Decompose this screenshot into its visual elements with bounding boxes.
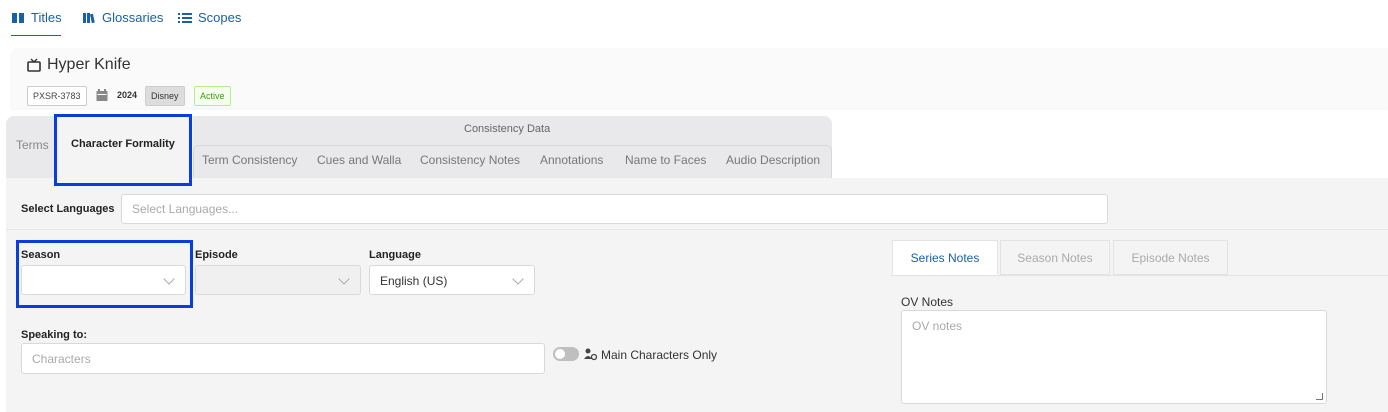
main-characters-toggle[interactable] — [553, 347, 579, 361]
resize-handle-icon[interactable] — [1316, 393, 1323, 400]
nav-titles[interactable]: Titles — [11, 10, 62, 25]
id-tag: PXSR-3783 — [27, 86, 87, 106]
tab-annotations[interactable]: Annotations — [540, 153, 603, 167]
active-tab-underline — [11, 35, 61, 36]
toggle-knob — [555, 349, 565, 359]
tab-terms[interactable]: Terms — [16, 138, 49, 152]
tab-consistency-notes[interactable]: Consistency Notes — [420, 153, 520, 167]
tab-name-to-faces[interactable]: Name to Faces — [625, 153, 706, 167]
nav-scopes[interactable]: Scopes — [178, 10, 241, 25]
tab-term-consistency[interactable]: Term Consistency — [202, 153, 297, 167]
notes-tabs-divider — [890, 275, 1388, 276]
tab-cues-and-walla[interactable]: Cues and Walla — [317, 153, 401, 167]
highlight-character-formality — [54, 114, 192, 186]
tab-series-notes[interactable]: Series Notes — [892, 240, 998, 275]
user-cog-icon — [584, 348, 597, 361]
episode-label: Episode — [195, 249, 238, 261]
chevron-down-icon — [512, 273, 524, 285]
nav-scopes-label: Scopes — [198, 10, 242, 25]
studio-tag: Disney — [145, 86, 185, 106]
title-header: Hyper Knife PXSR-3783 2024 Disney Active — [11, 48, 1388, 108]
tab-audio-description[interactable]: Audio Description — [726, 153, 820, 167]
top-nav: Titles Glossaries Scopes — [0, 0, 1388, 40]
tv-icon — [27, 58, 41, 72]
year: 2024 — [117, 90, 138, 100]
consistency-data-label: Consistency Data — [464, 123, 551, 135]
ov-notes-textarea[interactable]: OV notes — [901, 310, 1327, 404]
select-languages-input[interactable]: Select Languages... — [121, 194, 1108, 224]
episode-select[interactable] — [195, 265, 361, 295]
tab-season-notes[interactable]: Season Notes — [1000, 240, 1110, 275]
books-icon — [83, 12, 95, 23]
page-title: Hyper Knife — [27, 56, 131, 74]
chevron-down-icon — [338, 273, 350, 285]
title-name: Hyper Knife — [47, 56, 131, 73]
speaking-to-label: Speaking to: — [21, 329, 88, 341]
book-icon — [12, 12, 24, 23]
nav-glossaries[interactable]: Glossaries — [82, 10, 163, 25]
nav-glossaries-label: Glossaries — [102, 10, 164, 25]
status-badge: Active — [194, 86, 231, 106]
ov-notes-placeholder: OV notes — [912, 319, 963, 333]
calendar-icon — [96, 89, 108, 101]
select-languages-label: Select Languages — [21, 203, 115, 215]
language-select[interactable]: English (US) — [369, 265, 535, 295]
characters-input[interactable]: Characters — [21, 343, 545, 374]
language-value: English (US) — [380, 274, 448, 288]
main-characters-label: Main Characters Only — [601, 348, 718, 362]
highlight-season — [16, 240, 193, 308]
language-label: Language — [369, 249, 421, 261]
nav-titles-label: Titles — [31, 10, 62, 25]
list-icon — [178, 12, 192, 23]
tab-episode-notes[interactable]: Episode Notes — [1113, 240, 1228, 275]
ov-notes-label: OV Notes — [901, 295, 954, 309]
